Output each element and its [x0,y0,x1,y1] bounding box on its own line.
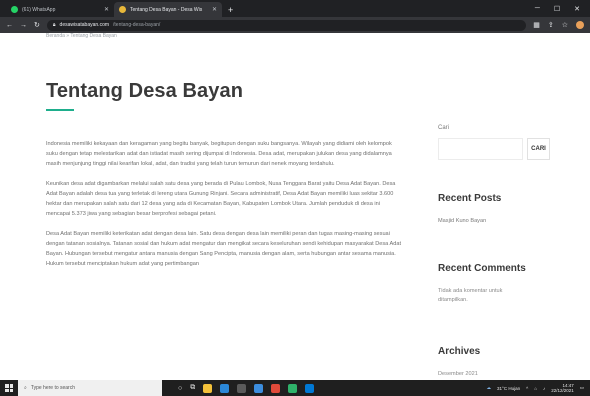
tab-tentang-desa-bayan[interactable]: Tentang Desa Bayan - Desa Wis ✕ [114,2,222,17]
taskbar-search-placeholder: Type here to search [30,385,76,391]
article-paragraph: Indonesia memiliki kekayaan dan keragama… [46,141,392,167]
clock-date: 22/12/2021 [551,388,574,393]
site-favicon-icon [119,6,126,13]
recent-comments-title: Recent Comments [438,263,526,274]
new-tab-button[interactable]: + [222,2,239,17]
page-title: Tentang Desa Bayan [46,80,244,102]
bookmark-star-icon[interactable]: ☆ [562,21,568,29]
whatsapp-favicon-icon [11,6,18,13]
url-domain: desawisatabayan.com [59,22,110,28]
address-bar[interactable]: 🔒︎ desawisatabayan.com/tentang-desa-baya… [46,19,527,31]
maximize-icon[interactable]: ☐ [554,5,560,13]
clock[interactable]: 14:47 22/12/2021 [551,383,574,393]
mail-icon[interactable] [254,383,264,393]
search-icon: ⌕ [24,385,27,391]
archives-title: Archives [438,346,481,357]
window-controls: ─ ☐ ✕ [535,0,590,17]
windows-logo-icon [5,384,13,392]
article-paragraph: Keunikan desa adat digambarkan melalui s… [46,181,396,217]
close-window-icon[interactable]: ✕ [574,5,580,13]
recent-post-link[interactable]: Masjid Kuno Bayan [438,217,548,226]
network-icon[interactable]: ⌂ [534,386,537,391]
tab-title: Tentang Desa Bayan - Desa Wis [130,6,203,13]
app-icon[interactable] [305,383,315,393]
recent-posts-title: Recent Posts [438,193,502,204]
weather-icon: ☁ [486,385,492,390]
system-tray: ☁ 31°C Hujan ^ ⌂ ♪ 14:47 22/12/2021 ▭ [487,383,590,393]
article-content: Indonesia memiliki kekayaan dan keragama… [46,139,404,279]
weather-text[interactable]: 31°C Hujan [497,386,520,391]
store-icon[interactable] [237,383,247,393]
taskbar-apps: ○ ⧉ [178,383,315,393]
tab-title: (61) WhatsApp [22,6,56,13]
windows-taskbar: ⌕ Type here to search ○ ⧉ ☁ 31°C Hujan ^… [0,380,590,396]
tab-whatsapp[interactable]: (61) WhatsApp ✕ [6,2,114,17]
breadcrumb: Beranda » Tentang Desa Bayan [46,33,117,39]
cortana-icon[interactable]: ○ [178,385,182,392]
forward-icon[interactable]: → [20,22,27,29]
tab-strip: (61) WhatsApp ✕ Tentang Desa Bayan - Des… [0,0,590,17]
reload-icon[interactable]: ↻ [34,21,40,29]
article-paragraph: Desa Adat Bayan memiliki keterikatan ada… [46,231,402,267]
url-path: /tentang-desa-bayan/ [113,22,161,28]
archive-link[interactable]: Desember 2021 [438,370,548,379]
translate-icon[interactable]: ▦ [533,21,540,29]
search-input[interactable] [438,138,523,160]
back-icon[interactable]: ← [6,22,13,29]
chrome-icon[interactable] [271,383,281,393]
browser-window: (61) WhatsApp ✕ Tentang Desa Bayan - Des… [0,0,590,396]
start-button[interactable] [0,380,18,396]
notification-icon[interactable]: ▭ [580,385,584,391]
taskbar-search[interactable]: ⌕ Type here to search [18,380,162,396]
close-tab-icon[interactable]: ✕ [104,6,109,13]
volume-icon[interactable]: ♪ [543,386,545,391]
lock-icon: 🔒︎ [52,22,56,28]
no-comments-text: Tidak ada komentar untuk ditampilkan. [438,288,503,303]
task-view-icon[interactable]: ⧉ [190,384,195,392]
search-button[interactable]: CARI [527,138,550,160]
profile-avatar[interactable] [576,21,584,29]
extensions-area: ▦ ⇪ ☆ [533,21,584,29]
browser-toolbar: ← → ↻ 🔒︎ desawisatabayan.com/tentang-des… [0,17,590,33]
title-underline [46,109,74,111]
tray-chevron-icon[interactable]: ^ [526,386,528,391]
share-icon[interactable]: ⇪ [548,21,554,29]
file-explorer-icon[interactable] [203,383,213,393]
spotify-icon[interactable] [288,383,298,393]
edge-icon[interactable] [220,383,230,393]
close-tab-icon[interactable]: ✕ [212,6,217,13]
minimize-icon[interactable]: ─ [535,5,540,12]
web-page: Beranda » Tentang Desa Bayan Tentang Des… [0,33,590,380]
search-label: Cari [438,125,450,131]
